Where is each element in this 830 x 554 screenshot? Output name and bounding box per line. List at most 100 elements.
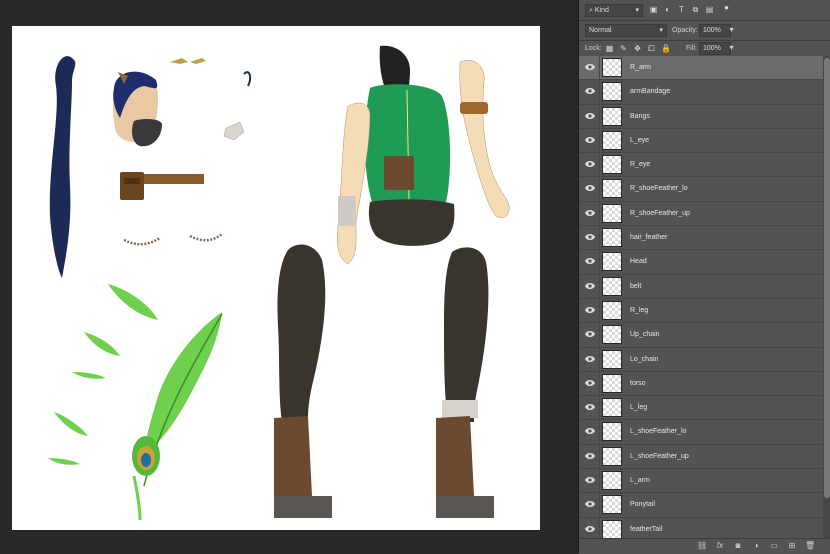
- layer-row[interactable]: R_leg: [579, 298, 823, 324]
- layer-thumbnail[interactable]: [602, 471, 622, 491]
- fx-icon[interactable]: fx: [715, 541, 725, 551]
- layer-row[interactable]: Up_chain: [579, 323, 823, 348]
- eye-visibility-icon[interactable]: [585, 209, 595, 217]
- layer-row[interactable]: armBandage: [579, 80, 823, 105]
- layer-row[interactable]: L_shoeFeather_lo: [579, 420, 823, 445]
- layer-thumbnail[interactable]: [602, 130, 622, 150]
- layer-row[interactable]: Ponytail: [579, 493, 823, 518]
- layer-name[interactable]: armBandage: [630, 87, 670, 96]
- layer-name[interactable]: L_arm: [630, 476, 650, 485]
- layer-thumbnail[interactable]: [602, 155, 622, 175]
- eye-visibility-icon[interactable]: [585, 500, 595, 508]
- eye-visibility-icon[interactable]: [585, 184, 595, 192]
- lock-transparent-icon[interactable]: ▦: [605, 44, 614, 53]
- layer-thumbnail[interactable]: [602, 495, 622, 515]
- adjustment-icon[interactable]: ◑: [751, 541, 761, 551]
- layer-thumbnail[interactable]: [602, 446, 622, 466]
- layer-row[interactable]: torso: [579, 371, 823, 397]
- layer-row[interactable]: Head: [579, 250, 823, 275]
- layer-name[interactable]: R_shoeFeather_lo: [630, 184, 688, 193]
- layer-name[interactable]: hair_feather: [630, 233, 667, 242]
- layer-row[interactable]: R_arm: [579, 56, 823, 81]
- layer-name[interactable]: Head: [630, 257, 647, 266]
- lock-artboard-icon[interactable]: ⧠: [647, 44, 656, 53]
- layer-row[interactable]: featherTail: [579, 517, 823, 540]
- layer-name[interactable]: torso: [630, 379, 646, 388]
- layer-thumbnail[interactable]: [602, 106, 622, 126]
- layer-name[interactable]: Ponytail: [630, 500, 655, 509]
- eye-visibility-icon[interactable]: [585, 403, 595, 411]
- eye-visibility-icon[interactable]: [585, 136, 595, 144]
- scroll-thumb[interactable]: [824, 58, 830, 498]
- eye-visibility-icon[interactable]: [585, 63, 595, 71]
- fill-chevron-icon[interactable]: ▾: [727, 43, 736, 52]
- layer-row[interactable]: R_shoeFeather_up: [579, 201, 823, 227]
- shape-filter-icon[interactable]: ⧉: [691, 5, 700, 14]
- layer-thumbnail[interactable]: [602, 58, 622, 77]
- layer-row[interactable]: R_eye: [579, 153, 823, 178]
- layer-thumbnail[interactable]: [602, 325, 622, 345]
- layer-row[interactable]: belt: [579, 274, 823, 299]
- layer-name[interactable]: L_shoeFeather_lo: [630, 427, 686, 436]
- layer-thumbnail[interactable]: [602, 228, 622, 248]
- filter-kind-select[interactable]: ⌕ Kind ▾: [585, 4, 643, 17]
- adjustment-filter-icon[interactable]: ◐: [663, 5, 672, 14]
- layer-name[interactable]: R_shoeFeather_up: [630, 209, 690, 218]
- eye-visibility-icon[interactable]: [585, 525, 595, 533]
- eye-visibility-icon[interactable]: [585, 233, 595, 241]
- layer-thumbnail[interactable]: [602, 519, 622, 539]
- layer-thumbnail[interactable]: [602, 422, 622, 442]
- layer-name[interactable]: R_eye: [630, 160, 650, 169]
- pixel-filter-icon[interactable]: ▣: [649, 5, 658, 14]
- eye-visibility-icon[interactable]: [585, 427, 595, 435]
- eye-visibility-icon[interactable]: [585, 379, 595, 387]
- layer-thumbnail[interactable]: [602, 82, 622, 102]
- layer-name[interactable]: R_leg: [630, 306, 648, 315]
- eye-visibility-icon[interactable]: [585, 476, 595, 484]
- eye-visibility-icon[interactable]: [585, 257, 595, 265]
- layer-thumbnail[interactable]: [602, 252, 622, 272]
- smart-object-filter-icon[interactable]: ▤: [705, 5, 714, 14]
- mask-icon[interactable]: ◙: [733, 541, 743, 551]
- layer-row[interactable]: hair_feather: [579, 226, 823, 251]
- layer-thumbnail[interactable]: [602, 276, 622, 296]
- layer-row[interactable]: Lo_chain: [579, 347, 823, 372]
- filter-toggle-icon[interactable]: ●: [722, 3, 731, 12]
- layer-name[interactable]: Bangs: [630, 112, 650, 121]
- document-canvas[interactable]: [12, 26, 540, 530]
- eye-visibility-icon[interactable]: [585, 330, 595, 338]
- eye-visibility-icon[interactable]: [585, 112, 595, 120]
- trash-icon[interactable]: 🗑: [805, 541, 815, 551]
- layer-name[interactable]: R_arm: [630, 63, 651, 72]
- eye-visibility-icon[interactable]: [585, 87, 595, 95]
- layer-name[interactable]: Up_chain: [630, 330, 660, 339]
- layer-name[interactable]: Lo_chain: [630, 355, 658, 364]
- layer-name[interactable]: L_shoeFeather_up: [630, 452, 689, 461]
- eye-visibility-icon[interactable]: [585, 355, 595, 363]
- lock-position-icon[interactable]: ✥: [633, 44, 642, 53]
- opacity-chevron-icon[interactable]: ▾: [727, 25, 736, 34]
- layer-name[interactable]: belt: [630, 282, 641, 291]
- layer-row[interactable]: L_leg: [579, 396, 823, 421]
- layer-row[interactable]: L_shoeFeather_up: [579, 444, 823, 470]
- blend-mode-select[interactable]: Normal ▾: [585, 24, 667, 37]
- layer-thumbnail[interactable]: [602, 373, 622, 393]
- eye-visibility-icon[interactable]: [585, 452, 595, 460]
- layer-thumbnail[interactable]: [602, 179, 622, 199]
- eye-visibility-icon[interactable]: [585, 306, 595, 314]
- lock-paint-icon[interactable]: ✎: [619, 44, 628, 53]
- layer-name[interactable]: L_leg: [630, 403, 647, 412]
- type-filter-icon[interactable]: T: [677, 5, 686, 14]
- layer-name[interactable]: L_eye: [630, 136, 649, 145]
- layer-row[interactable]: L_arm: [579, 469, 823, 494]
- layer-row[interactable]: Bangs: [579, 104, 823, 129]
- layer-row[interactable]: L_eye: [579, 128, 823, 154]
- lock-all-icon[interactable]: 🔒: [661, 44, 671, 53]
- layers-scrollbar[interactable]: [823, 56, 830, 540]
- layer-name[interactable]: featherTail: [630, 525, 662, 534]
- group-folder-icon[interactable]: ▭: [769, 541, 779, 551]
- layer-thumbnail[interactable]: [602, 203, 622, 223]
- new-layer-icon[interactable]: ⊞: [787, 541, 797, 551]
- eye-visibility-icon[interactable]: [585, 160, 595, 168]
- layer-thumbnail[interactable]: [602, 349, 622, 369]
